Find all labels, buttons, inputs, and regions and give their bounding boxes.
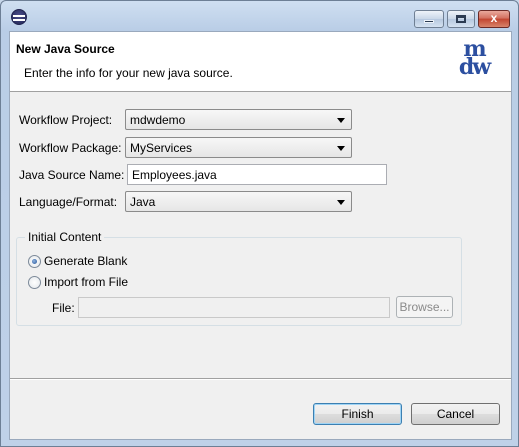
name-label: Java Source Name: [19, 168, 125, 182]
title-bar[interactable]: x [1, 1, 518, 31]
logo-line-2: dw [458, 54, 491, 80]
project-value: mdwdemo [130, 113, 186, 127]
java-source-name-field[interactable] [128, 165, 386, 184]
finish-button[interactable]: Finish [313, 403, 402, 425]
footer-divider [10, 378, 511, 380]
file-path-field[interactable] [79, 298, 389, 317]
package-label: Workflow Package: [19, 141, 122, 155]
eclipse-app-icon[interactable] [11, 9, 27, 25]
wizard-header: New Java Source Enter the info for your … [10, 32, 511, 92]
maximize-icon [456, 15, 466, 23]
minimize-icon [424, 20, 434, 23]
page-description: Enter the info for your new java source. [24, 66, 233, 80]
project-label: Workflow Project: [19, 113, 113, 127]
dialog-window: x New Java Source Enter the info for you… [0, 0, 519, 447]
chevron-down-icon [337, 146, 345, 151]
language-dropdown[interactable]: Java [125, 191, 352, 212]
dialog-client: New Java Source Enter the info for your … [9, 31, 512, 440]
package-dropdown[interactable]: MyServices [125, 137, 352, 158]
chevron-down-icon [337, 118, 345, 123]
generate-blank-radio[interactable] [28, 255, 41, 268]
page-title: New Java Source [16, 42, 115, 56]
language-value: Java [130, 195, 156, 209]
cancel-label: Cancel [436, 407, 475, 421]
mdw-logo-icon: m dw [451, 38, 497, 82]
file-label: File: [52, 301, 75, 315]
close-button[interactable]: x [478, 10, 510, 28]
java-source-name-input[interactable] [127, 164, 387, 185]
close-icon: x [490, 11, 498, 25]
import-from-file-radio[interactable] [28, 276, 41, 289]
cancel-button[interactable]: Cancel [411, 403, 500, 425]
browse-label: Browse... [399, 300, 450, 314]
language-label: Language/Format: [19, 195, 118, 209]
minimize-button[interactable] [414, 10, 444, 28]
finish-label: Finish [341, 407, 374, 421]
generate-blank-label[interactable]: Generate Blank [44, 254, 127, 268]
maximize-button[interactable] [447, 10, 475, 28]
project-dropdown[interactable]: mdwdemo [125, 109, 352, 130]
initial-content-title: Initial Content [25, 230, 105, 244]
import-from-file-label[interactable]: Import from File [44, 275, 128, 289]
file-path-input[interactable] [78, 297, 390, 318]
chevron-down-icon [337, 200, 345, 205]
browse-button[interactable]: Browse... [396, 296, 453, 318]
package-value: MyServices [130, 141, 193, 155]
